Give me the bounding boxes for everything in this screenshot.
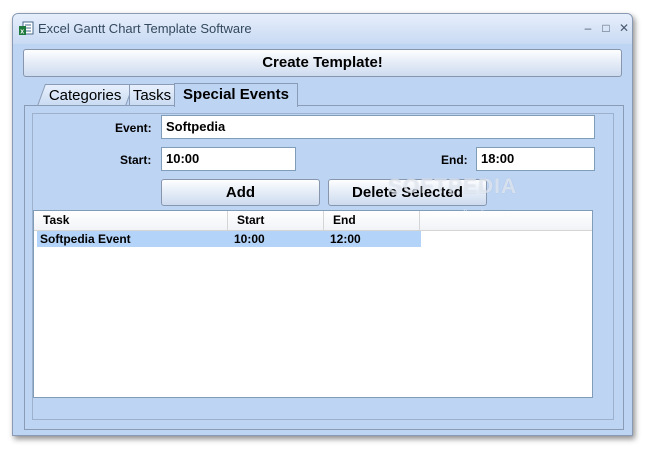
maximize-icon[interactable]: □ (597, 20, 615, 36)
table-row[interactable]: Softpedia Event 10:00 12:00 (37, 231, 421, 247)
tab-tasks[interactable]: Tasks (129, 84, 175, 106)
tab-label: Categories (49, 87, 122, 104)
tab-special-events[interactable]: Special Events (174, 83, 298, 107)
client-area: Create Template! Categories Tasks Specia… (13, 44, 632, 435)
column-header-end[interactable]: End (324, 211, 420, 230)
minimize-icon[interactable]: – (579, 20, 597, 36)
cell-start: 10:00 (234, 232, 265, 246)
watermark: SOFTPEDIA (388, 175, 518, 198)
window-title: Excel Gantt Chart Template Software (38, 21, 252, 36)
tab-label: Tasks (132, 87, 172, 104)
cell-end: 12:00 (330, 232, 361, 246)
end-field[interactable]: 18:00 (476, 147, 595, 171)
start-label: Start: (120, 153, 152, 167)
watermark-url: www.softpedia.com (432, 208, 510, 218)
add-button[interactable]: Add (161, 179, 320, 206)
column-header-start[interactable]: Start (228, 211, 324, 230)
tab-categories[interactable]: Categories (36, 84, 135, 106)
app-window: x Excel Gantt Chart Template Software – … (12, 13, 633, 436)
events-list[interactable]: Task Start End Softpedia Event 10:00 12:… (33, 210, 593, 398)
event-label: Event: (115, 121, 152, 135)
end-label: End: (441, 153, 468, 167)
special-events-group: Event: Softpedia Start: 10:00 End: 18:00… (32, 113, 614, 420)
create-template-button[interactable]: Create Template! (23, 49, 622, 77)
event-field[interactable]: Softpedia (161, 115, 595, 139)
special-events-panel: Event: Softpedia Start: 10:00 End: 18:00… (24, 105, 624, 430)
title-bar[interactable]: x Excel Gantt Chart Template Software – … (13, 14, 632, 44)
start-field[interactable]: 10:00 (161, 147, 296, 171)
column-header-task[interactable]: Task (34, 211, 228, 230)
svg-text:x: x (20, 29, 24, 36)
close-icon[interactable]: ✕ (615, 20, 633, 36)
excel-app-icon: x (19, 21, 34, 36)
tab-label: Special Events (183, 86, 289, 103)
cell-task: Softpedia Event (40, 232, 131, 246)
